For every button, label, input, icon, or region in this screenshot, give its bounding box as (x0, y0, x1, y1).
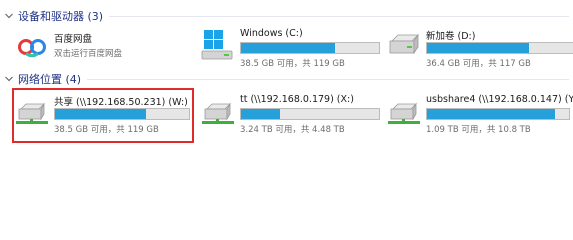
group-title: 设备和驱动器 (3) (18, 10, 104, 23)
file-explorer-this-pc: 设备和驱动器 (3) 百度网盘 双击运行百度网盘 Windows (C:) 38… (0, 0, 573, 240)
drive-space-info: 3.24 TB 可用，共 4.48 TB (240, 125, 345, 135)
drive-usage-fill (55, 109, 147, 119)
drive-name: Windows (C:) (240, 28, 303, 39)
network-drive-item-x[interactable]: tt (\\192.168.0.179) (X:) 3.24 TB 可用，共 4… (200, 93, 380, 141)
drive-usage-bar (240, 108, 380, 120)
chevron-down-icon[interactable] (2, 9, 16, 23)
drive-space-info: 38.5 GB 可用，共 119 GB (54, 125, 159, 135)
drive-icon (386, 27, 422, 63)
drive-usage-bar (54, 108, 190, 120)
network-drive-item-y[interactable]: usbshare4 (\\192.168.0.147) (Y:) 1.09 TB… (386, 93, 573, 141)
chevron-down-icon[interactable] (2, 72, 16, 86)
drive-space-info: 1.09 TB 可用，共 10.8 TB (426, 125, 531, 135)
group-title: 网络位置 (4) (18, 73, 82, 86)
drive-name: usbshare4 (\\192.168.0.147) (Y:) (426, 94, 573, 105)
drive-usage-bar (426, 42, 573, 54)
item-name: 百度网盘 (54, 34, 93, 45)
group-divider (87, 78, 569, 80)
group-header-devices[interactable]: 设备和驱动器 (3) (0, 7, 573, 25)
drive-usage-fill (427, 43, 530, 53)
drive-name: tt (\\192.168.0.179) (X:) (240, 94, 354, 105)
drive-item-c[interactable]: Windows (C:) 38.5 GB 可用，共 119 GB (200, 27, 380, 75)
network-drive-item-w[interactable]: 共享 (\\192.168.50.231) (W:) 38.5 GB 可用，共 … (14, 93, 192, 141)
drive-usage-bar (240, 42, 380, 54)
drive-usage-fill (427, 109, 555, 119)
drive-name: 共享 (\\192.168.50.231) (W:) (54, 97, 188, 108)
network-drive-icon (14, 93, 50, 129)
group-header-network[interactable]: 网络位置 (4) (0, 70, 573, 88)
drive-usage-fill (241, 109, 280, 119)
drive-item-d[interactable]: 新加卷 (D:) 36.4 GB 可用，共 117 GB (386, 27, 573, 75)
drive-name: 新加卷 (D:) (426, 31, 476, 42)
network-drive-icon (386, 93, 422, 129)
windows-drive-icon (200, 27, 236, 63)
item-description: 双击运行百度网盘 (54, 49, 123, 59)
drive-space-info: 38.5 GB 可用，共 119 GB (240, 59, 345, 69)
network-drive-icon (200, 93, 236, 129)
drive-usage-bar (426, 108, 570, 120)
baidu-netdisk-icon (14, 30, 50, 66)
drive-space-info: 36.4 GB 可用，共 117 GB (426, 59, 531, 69)
drive-usage-fill (241, 43, 335, 53)
group-divider (109, 15, 569, 17)
